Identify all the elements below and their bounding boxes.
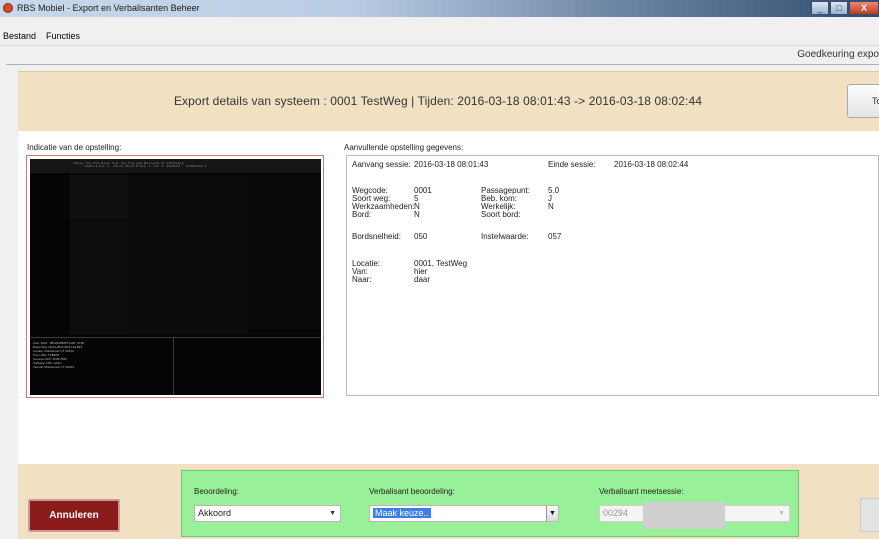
close-button[interactable]: X	[849, 1, 879, 15]
verbalisant-meetsessie-label: Verbalisant meetsessie:	[599, 487, 684, 496]
chevron-down-icon: ▼	[329, 510, 336, 517]
einde-label: Einde sessie:	[548, 160, 596, 169]
window-title: RBS Mobiel - Export en Verbalisanten Beh…	[17, 3, 200, 13]
menu-bar: Bestand Functies	[0, 31, 879, 45]
menu-bestand[interactable]: Bestand	[3, 31, 36, 45]
image-block	[248, 175, 321, 335]
image-divider	[30, 337, 321, 338]
minimize-button[interactable]: _	[811, 1, 829, 15]
menu-functies[interactable]: Functies	[46, 31, 80, 45]
verbalisant-meetsessie-value: 00294	[603, 508, 629, 518]
beoordeling-value: Akkoord	[198, 508, 232, 518]
show-button[interactable]: Toon E	[847, 84, 879, 118]
naar-value: daar	[414, 275, 431, 284]
instelwaarde-label: Instelwaarde:	[481, 232, 529, 241]
einde-value: 2016-03-18 08:02:44	[614, 160, 689, 169]
werkelijk-value: N	[548, 202, 554, 211]
verbalisant-beoordeling-select[interactable]: Maak keuze.. ▼	[369, 505, 559, 522]
instelwaarde-value: 057	[548, 232, 562, 241]
image-block	[128, 175, 248, 335]
maximize-button[interactable]: □	[830, 1, 848, 15]
export-header-text: Export details van systeem : 0001 TestWe…	[173, 94, 703, 108]
verbalisant-beoordeling-label: Verbalisant beoordeling:	[369, 487, 455, 496]
window-controls: _ □ X	[810, 1, 879, 15]
naar-label: Naar:	[352, 275, 372, 284]
aanvang-label: Aanvang sessie:	[352, 160, 411, 169]
image-block	[70, 175, 128, 219]
camera-overlay-text: Foto: 0001 581234658574 281 8748 Datum/t…	[33, 341, 85, 369]
verbalisant-beoordeling-value: Maak keuze..	[373, 508, 431, 518]
approval-title: Goedkeuring expo	[797, 49, 879, 60]
chevron-down-icon: ▼	[778, 510, 785, 517]
menu-divider	[0, 45, 879, 46]
confirm-button[interactable]	[860, 498, 879, 532]
section-divider	[6, 64, 879, 65]
aanvullende-label: Aanvullende opstelling gegevens:	[344, 143, 464, 152]
chevron-down-icon[interactable]: ▼	[546, 506, 558, 521]
main-panel: Indicatie van de opstelling: Weeg Dir Po…	[18, 131, 879, 464]
bordsnelheid-value: 050	[414, 232, 428, 241]
indicatie-label: Indicatie van de opstelling:	[27, 143, 122, 152]
beoordeling-select[interactable]: Akkoord ▼	[194, 505, 341, 522]
image-block	[70, 219, 128, 335]
image-divider-vertical	[173, 337, 174, 395]
cancel-button[interactable]: Annuleren	[28, 499, 120, 532]
camera-image: Weeg Dir Pos Nora Srd Spi Pos gan Rel lp…	[30, 159, 321, 395]
details-box: Aanvang sessie: 2016-03-18 08:01:43 Eind…	[346, 155, 879, 396]
beoordeling-label: Beoordeling:	[194, 487, 239, 496]
aanvang-value: 2016-03-18 08:01:43	[414, 160, 489, 169]
bordsnelheid-label: Bordsnelheid:	[352, 232, 401, 241]
soortbord-label: Soort bord:	[481, 210, 521, 219]
export-header-panel: Export details van systeem : 0001 TestWe…	[18, 71, 879, 131]
redacted-area	[643, 502, 725, 529]
camera-image-frame: Weeg Dir Pos Nora Srd Spi Pos gan Rel lp…	[26, 155, 324, 398]
app-icon	[3, 3, 13, 13]
bord-value: N	[414, 210, 420, 219]
camera-info-text: Weeg Dir Pos Nora Srd Spi Pos gan Rel lp…	[74, 161, 207, 168]
bord-label: Bord:	[352, 210, 372, 219]
title-bar: RBS Mobiel - Export en Verbalisanten Beh…	[0, 0, 879, 17]
